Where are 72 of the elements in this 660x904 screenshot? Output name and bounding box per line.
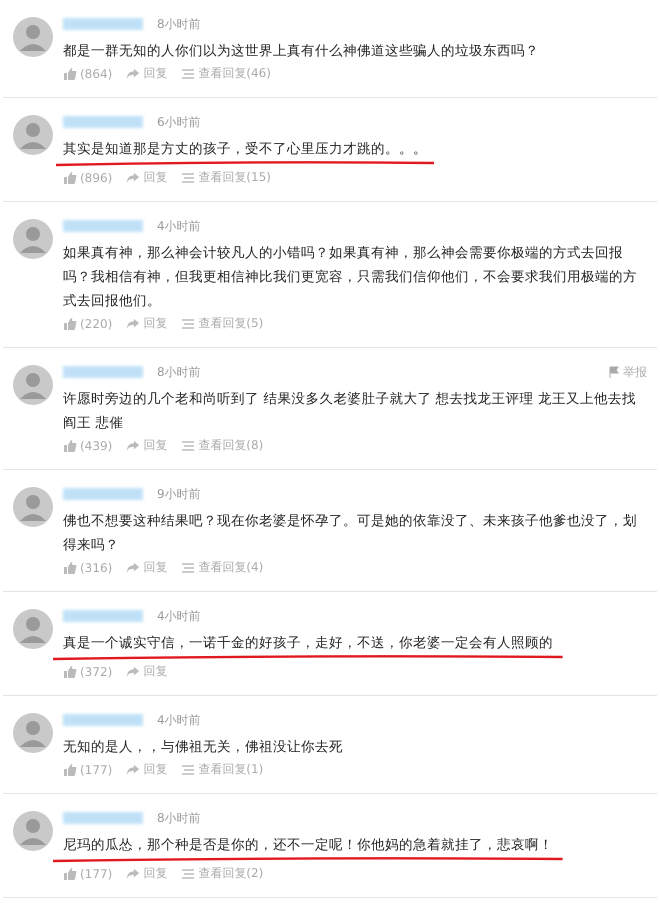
timestamp: 9小时前 (157, 486, 201, 502)
share-arrow-icon (126, 316, 140, 330)
reply-button[interactable]: 回复 (126, 559, 168, 576)
timestamp: 4小时前 (157, 712, 201, 728)
comment-text: 如果真有神，那么神会计较凡人的小错吗？如果真有神，那么神会需要你极端的方式去回报吗？我相信有神，但我更相信神比我们更宽容，只需我们信仰他们，不会要求我们用极端的方式去回报他们。 (63, 244, 638, 311)
avatar[interactable] (13, 609, 53, 649)
share-arrow-icon (126, 762, 140, 776)
like-button[interactable]: (896) (63, 169, 112, 186)
reply-button[interactable]: 回复 (126, 315, 168, 332)
like-button[interactable]: (220) (63, 315, 112, 332)
comment-text: 其实是知道那是方丈的孩子，受不了心里压力才跳的。。。 (63, 140, 427, 159)
avatar[interactable] (13, 487, 53, 527)
view-replies-button[interactable]: 查看回复(4) (181, 559, 264, 576)
reply-button[interactable]: 回复 (126, 865, 168, 882)
share-arrow-icon (126, 664, 140, 678)
like-button[interactable]: (372) (63, 663, 112, 680)
timestamp: 8小时前 (157, 810, 201, 826)
share-arrow-icon (126, 866, 140, 880)
avatar[interactable] (13, 365, 53, 405)
like-button[interactable]: (864) (63, 65, 112, 82)
thumbs-up-icon (63, 866, 77, 880)
like-button[interactable]: (177) (63, 761, 112, 778)
timestamp: 8小时前 (157, 16, 201, 32)
thumbs-up-icon (63, 762, 77, 776)
thumbs-up-icon (63, 170, 77, 184)
avatar[interactable] (13, 17, 53, 57)
like-button[interactable]: (316) (63, 559, 112, 576)
comment-text: 佛也不想要这种结果吧？现在你老婆是怀孕了。可是她的依靠没了、未来孩子他爹也没了，划得来吗？ (63, 512, 638, 555)
timestamp: 4小时前 (157, 218, 201, 234)
list-icon (181, 560, 196, 574)
like-button[interactable]: (439) (63, 437, 112, 454)
reply-button[interactable]: 回复 (126, 65, 168, 82)
thumbs-up-icon (63, 316, 77, 330)
list-icon (181, 170, 196, 184)
view-replies-button[interactable]: 查看回复(1) (181, 761, 264, 778)
timestamp: 4小时前 (157, 608, 201, 624)
list-icon (181, 316, 196, 330)
view-replies-button[interactable]: 查看回复(5) (181, 315, 264, 332)
thumbs-up-icon (63, 664, 77, 678)
flag-icon (608, 366, 620, 378)
report-link[interactable]: 举报 (608, 364, 647, 380)
list-icon (181, 866, 196, 880)
timestamp: 8小时前 (157, 364, 201, 380)
reply-button[interactable]: 回复 (126, 663, 168, 680)
avatar[interactable] (13, 811, 53, 851)
thumbs-up-icon (63, 560, 77, 574)
share-arrow-icon (126, 66, 140, 80)
list-icon (181, 762, 196, 776)
like-button[interactable]: (177) (63, 865, 112, 882)
view-replies-button[interactable]: 查看回复(15) (181, 169, 271, 186)
thumbs-up-icon (63, 66, 77, 80)
comment-text: 无知的是人，，与佛祖无关，佛祖没让你去死 (63, 738, 343, 757)
share-arrow-icon (126, 438, 140, 452)
view-replies-button[interactable]: 查看回复(8) (181, 437, 264, 454)
list-icon (181, 438, 196, 452)
avatar[interactable] (13, 713, 53, 753)
timestamp: 6小时前 (157, 114, 201, 130)
list-icon (181, 66, 196, 80)
comment-text: 许愿时旁边的几个老和尚听到了 结果没多久老婆肚子就大了 想去找龙王评理 龙王又上他去找阎王 悲催 (63, 390, 637, 433)
reply-button[interactable]: 回复 (126, 437, 168, 454)
view-replies-button[interactable]: 查看回复(46) (181, 65, 271, 82)
thumbs-up-icon (63, 438, 77, 452)
reply-button[interactable]: 回复 (126, 169, 168, 186)
reply-button[interactable]: 回复 (126, 761, 168, 778)
view-replies-button[interactable]: 查看回复(2) (181, 865, 264, 882)
avatar[interactable] (13, 115, 53, 155)
comment-text: 真是一个诚实守信，一诺千金的好孩子，走好，不送，你老婆一定会有人照顾的 (63, 634, 553, 653)
avatar[interactable] (13, 219, 53, 259)
comment-text: 都是一群无知的人你们以为这世界上真有什么神佛道这些骗人的垃圾东西吗？ (63, 42, 539, 61)
share-arrow-icon (126, 170, 140, 184)
comment-text: 尼玛的瓜怂，那个种是否是你的，还不一定呢！你他妈的急着就挂了，悲哀啊！ (63, 836, 553, 855)
share-arrow-icon (126, 560, 140, 574)
